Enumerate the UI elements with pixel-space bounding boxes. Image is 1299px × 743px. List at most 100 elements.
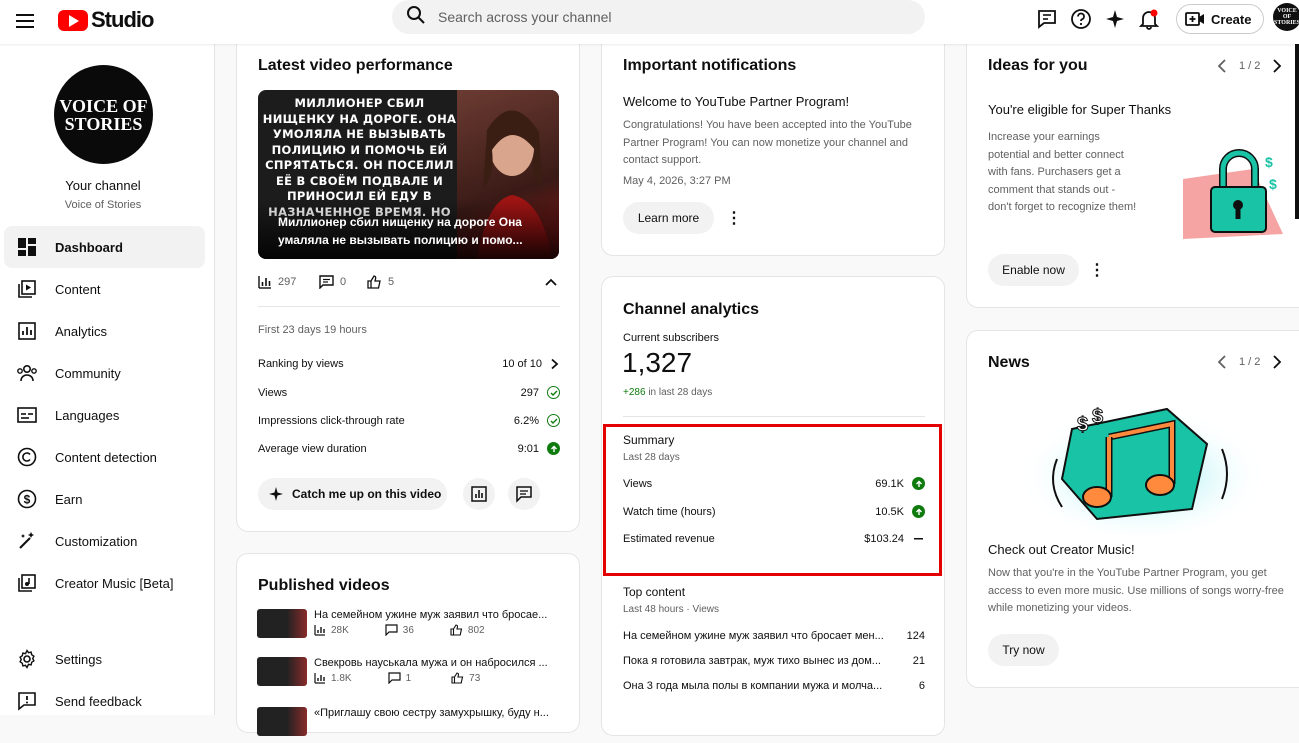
metric-value: 297 [520,386,539,399]
sidebar-item-creator-music[interactable]: Creator Music [Beta] [4,562,205,604]
learn-more-button[interactable]: Learn more [623,202,714,234]
video-thumbnail[interactable]: МИЛЛИОНЕР СБИЛ НИЩЕНКУ НА ДОРОГЕ. ОНА УМ… [258,90,559,259]
metric-row-ranking[interactable]: Ranking by views 10 of 10 [258,358,560,370]
top-content-title: Top content [623,585,686,599]
sidebar-item-content-detection[interactable]: Content detection [4,436,205,478]
catch-me-up-label: Catch me up on this video [292,487,442,501]
dollar-icon: $ [16,488,38,510]
top-content-period: Last 48 hours · Views [623,604,719,615]
sidebar-item-label: Send feedback [55,693,142,709]
sidebar-item-dashboard[interactable]: Dashboard [4,226,205,268]
top-content-row[interactable]: Пока я готовила завтрак, муж тихо вынес … [623,655,925,667]
account-avatar[interactable]: VOICE OF STORIES [1273,3,1299,31]
likes-stat: 802 [450,624,503,636]
help-icon[interactable] [1068,6,1094,32]
catch-me-up-button[interactable]: Catch me up on this video [258,478,447,510]
video-thumbnail [257,707,307,736]
idea-body: Increase your earnings potential and bet… [988,131,1137,213]
chevron-right-icon[interactable] [1272,355,1282,369]
top-content-row[interactable]: На семейном ужине муж заявил что бросает… [623,630,925,642]
sidebar-item-label: Community [55,365,121,381]
chevron-left-icon[interactable] [1217,355,1227,369]
more-options-icon[interactable]: ⋮ [724,208,744,228]
sidebar-item-customization[interactable]: Customization [4,520,205,562]
video-thumbnail [257,609,307,638]
sidebar-item-label: Content detection [55,449,157,465]
video-analytics-button[interactable] [463,478,495,510]
card-title: News [988,354,1030,371]
svg-text:$: $ [1269,176,1277,192]
top-content-title: Пока я готовила завтрак, муж тихо вынес … [623,655,881,667]
thumbs-up-icon [451,672,464,684]
sidebar-item-community[interactable]: Community [4,352,205,394]
card-title: Channel analytics [623,301,760,318]
top-bar: Studio Create VOICE OF STORIES [0,0,1299,44]
views-count: 28K [331,624,349,636]
sidebar-item-languages[interactable]: Languages [4,394,205,436]
comment-icon [385,624,398,636]
bar-chart-icon [258,275,272,289]
comments-count: 1 [405,672,412,684]
sparkle-icon[interactable] [1102,6,1128,32]
comments-stat: 36 [385,624,432,636]
pager-text: 1 / 2 [1239,356,1261,368]
channel-avatar[interactable]: VOICE OF STORIES [54,65,153,164]
chevron-right-icon[interactable] [1272,59,1282,73]
create-button[interactable]: Create [1176,4,1265,34]
logo-text: Studio [91,7,154,32]
sidebar-item-analytics[interactable]: Analytics [4,310,205,352]
top-content-row[interactable]: Она 3 года мыла полы в компании мужа и м… [623,680,925,692]
chevron-left-icon[interactable] [1217,59,1227,73]
list-item[interactable]: На семейном ужине муж заявил что бросае.… [257,609,567,645]
scrollbar[interactable] [1295,44,1299,219]
views-count: 1.8K [331,672,352,684]
metric-label: Average view duration [258,442,367,455]
more-options-icon[interactable]: ⋮ [1087,260,1107,280]
subscribers-delta: +286 [623,387,646,398]
svg-text:$: $ [1077,414,1088,436]
your-channel-label: Your channel [65,178,141,193]
search-input[interactable] [438,9,878,25]
card-title: Latest video performance [258,57,453,74]
card-title: Ideas for you [988,57,1088,74]
divider [623,416,925,417]
card-title: Published videos [258,577,390,594]
comments-stat: 1 [387,672,430,684]
sidebar-item-earn[interactable]: $ Earn [4,478,205,520]
news-body: Now that you're in the YouTube Partner P… [988,567,1284,614]
studio-logo[interactable]: Studio [58,5,154,35]
video-title: «Приглашу свою сестру замухрышку, буду н… [314,707,549,719]
likes-count: 802 [467,624,485,636]
notifications-bell-icon[interactable] [1136,6,1162,32]
notification-heading: Welcome to YouTube Partner Program! [623,94,850,109]
sidebar-item-send-feedback[interactable]: Send feedback [4,680,205,722]
notifications-card: Important notifications Welcome to YouTu… [601,44,945,256]
sidebar-item-settings[interactable]: Settings [4,638,205,680]
subscribers-value: 1,327 [622,347,693,378]
sidebar-item-content[interactable]: Content [4,268,205,310]
sidebar-item-label: Analytics [55,323,108,339]
search-bar[interactable] [392,0,925,34]
news-pager: 1 / 2 [1217,355,1282,369]
thumbs-up-icon [450,624,463,636]
svg-text:$: $ [1265,154,1273,170]
channel-name: Voice of Stories [64,199,142,211]
video-likes-stat: 5 [367,275,394,289]
comment-alert-icon[interactable] [1034,6,1060,32]
video-title: Свекровь науськала мужа и он набросился … [314,657,548,669]
youtube-play-icon [58,9,88,31]
music-icon [16,572,38,594]
published-videos-card: Published videos На семейном ужине муж з… [236,553,580,736]
likes-count: 73 [469,672,481,684]
enable-now-button[interactable]: Enable now [988,254,1079,286]
list-item[interactable]: «Приглашу свою сестру замухрышку, буду н… [257,707,567,743]
list-item[interactable]: Свекровь науськала мужа и он набросился … [257,657,567,693]
sidebar: VOICE OF STORIES Your channel Voice of S… [0,44,215,715]
video-comments-button[interactable] [508,478,540,510]
collapse-chevron-up-icon[interactable] [544,276,558,295]
hamburger-menu-icon[interactable] [14,10,36,32]
copyright-icon [16,446,38,468]
try-now-button[interactable]: Try now [988,634,1059,666]
bar-chart-icon [314,672,326,684]
gear-icon [16,648,38,670]
